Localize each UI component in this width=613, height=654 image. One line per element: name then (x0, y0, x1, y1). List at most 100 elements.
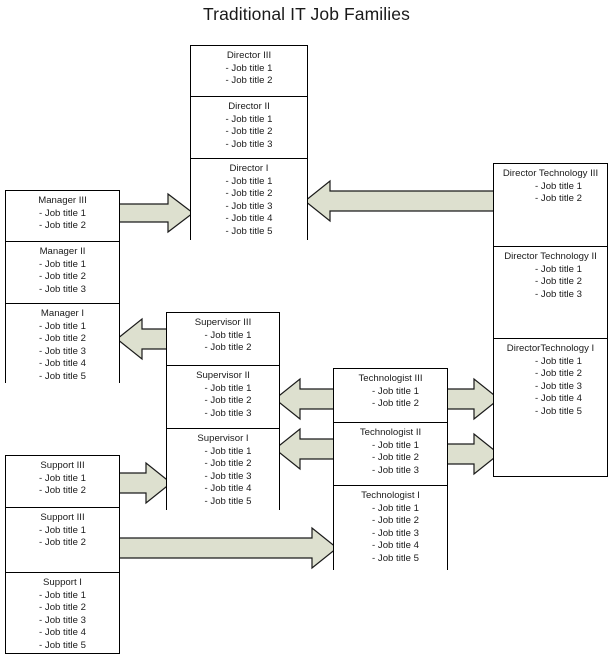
box-title: Director Technology III (502, 168, 599, 179)
connector-support3b-to-technologist1 (111, 526, 340, 570)
connector-supervisor3-to-manager1 (116, 317, 173, 361)
box-item: - Job title 3 (204, 407, 252, 419)
box-item: - Job title 3 (535, 380, 582, 392)
column-support: Support III - Job title 1 - Job title 2 … (5, 455, 120, 654)
box-item: - Job title 3 (372, 464, 419, 476)
box-title: Support I (43, 577, 82, 588)
box-item: - Job title 1 (372, 502, 419, 514)
box-item: - Job title 2 (39, 333, 86, 345)
box-item: - Job title 2 (535, 193, 582, 205)
box-item: - Job title 4 (39, 627, 86, 639)
column-director: Director III - Job title 1 - Job title 2… (190, 45, 308, 241)
box-director-iii[interactable]: Director III - Job title 1 - Job title 2 (191, 46, 307, 96)
box-support-iii[interactable]: Support III - Job title 1 - Job title 2 (6, 456, 119, 507)
box-item: - Job title 5 (372, 552, 419, 564)
box-item: - Job title 2 (39, 485, 86, 497)
box-item: - Job title 1 (39, 258, 86, 270)
box-item: - Job title 2 (39, 537, 86, 549)
box-manager-i[interactable]: Manager I - Job title 1 - Job title 2 - … (6, 303, 119, 384)
connector-technologist3-to-supervisor2 (274, 377, 339, 421)
box-item: - Job title 2 (372, 452, 419, 464)
box-manager-ii[interactable]: Manager II - Job title 1 - Job title 2 -… (6, 241, 119, 303)
column-director-technology: Director Technology III - Job title 1 - … (493, 163, 608, 477)
box-title: Director III (226, 50, 272, 61)
box-item: - Job title 5 (39, 639, 86, 651)
box-title: Technologist II (359, 427, 422, 438)
box-item: - Job title 1 (225, 113, 273, 125)
box-title: Supervisor III (194, 317, 252, 328)
column-technologist: Technologist III - Job title 1 - Job tit… (333, 368, 448, 571)
box-title: Manager III (38, 195, 87, 206)
box-item: - Job title 1 (535, 355, 582, 367)
box-item: - Job title 2 (535, 368, 582, 380)
box-item: - Job title 1 (225, 62, 273, 74)
box-item: - Job title 2 (225, 188, 273, 200)
box-director-i[interactable]: Director I - Job title 1 - Job title 2 -… (191, 158, 307, 241)
box-item: - Job title 2 (39, 602, 86, 614)
box-item: - Job title 1 (39, 472, 86, 484)
box-item: - Job title 3 (225, 200, 273, 212)
box-item: - Job title 2 (372, 398, 419, 410)
box-item: - Job title 5 (225, 225, 273, 237)
box-title: Supervisor I (197, 433, 249, 444)
box-item: - Job title 4 (535, 393, 582, 405)
box-item: - Job title 2 (204, 458, 252, 470)
box-item: - Job title 1 (39, 589, 86, 601)
box-item: - Job title 1 (39, 524, 86, 536)
box-item: - Job title 3 (535, 288, 582, 300)
box-item: - Job title 1 (372, 385, 419, 397)
box-item: - Job title 3 (39, 345, 86, 357)
box-title: Technologist III (358, 373, 423, 384)
box-title: Director II (228, 101, 270, 112)
box-title: Manager I (40, 308, 85, 319)
box-title: Director I (229, 163, 269, 174)
box-title: Support III (40, 460, 85, 471)
box-technologist-iii[interactable]: Technologist III - Job title 1 - Job tit… (334, 369, 447, 422)
box-director-technology-iii[interactable]: Director Technology III - Job title 1 - … (494, 164, 607, 246)
box-director-ii[interactable]: Director II - Job title 1 - Job title 2 … (191, 96, 307, 158)
box-title: Supervisor II (196, 370, 250, 381)
box-item: - Job title 2 (204, 342, 252, 354)
box-item: - Job title 3 (372, 527, 419, 539)
box-supervisor-i[interactable]: Supervisor I - Job title 1 - Job title 2… (167, 428, 279, 511)
connector-technologist2-to-dirtech1 (443, 432, 500, 476)
box-item: - Job title 1 (372, 439, 419, 451)
box-item: - Job title 1 (39, 207, 86, 219)
box-technologist-ii[interactable]: Technologist II - Job title 1 - Job titl… (334, 422, 447, 485)
box-supervisor-iii[interactable]: Supervisor III - Job title 1 - Job title… (167, 313, 279, 365)
box-item: - Job title 2 (372, 515, 419, 527)
box-item: - Job title 1 (39, 320, 86, 332)
box-item: - Job title 4 (225, 213, 273, 225)
box-item: - Job title 3 (39, 614, 86, 626)
box-title: Support III (40, 512, 85, 523)
box-item: - Job title 3 (225, 138, 273, 150)
connector-technologist2-to-supervisor1 (274, 427, 339, 471)
box-support-i[interactable]: Support I - Job title 1 - Job title 2 - … (6, 572, 119, 653)
box-title: DirectorTechnology I (506, 343, 595, 354)
box-item: - Job title 4 (204, 483, 252, 495)
box-item: - Job title 1 (225, 175, 273, 187)
box-director-technology-i[interactable]: DirectorTechnology I - Job title 1 - Job… (494, 338, 607, 476)
box-technologist-i[interactable]: Technologist I - Job title 1 - Job title… (334, 485, 447, 571)
box-director-technology-ii[interactable]: Director Technology II - Job title 1 - J… (494, 246, 607, 338)
box-item: - Job title 4 (372, 540, 419, 552)
box-item: - Job title 1 (535, 180, 582, 192)
column-supervisor: Supervisor III - Job title 1 - Job title… (166, 312, 280, 511)
box-support-iii-duplicate[interactable]: Support III - Job title 1 - Job title 2 (6, 507, 119, 572)
box-title: Manager II (39, 246, 86, 257)
page-title: Traditional IT Job Families (203, 4, 410, 24)
box-title: Director Technology II (504, 251, 597, 262)
box-item: - Job title 4 (39, 358, 86, 370)
box-manager-iii[interactable]: Manager III - Job title 1 - Job title 2 (6, 191, 119, 241)
connector-support3-to-supervisor1 (111, 461, 174, 505)
box-title: Technologist I (361, 490, 420, 501)
box-item: - Job title 3 (39, 283, 86, 295)
box-item: - Job title 5 (39, 370, 86, 382)
box-item: - Job title 2 (535, 276, 582, 288)
box-item: - Job title 2 (39, 220, 86, 232)
connector-technologist3-to-dirtech1 (443, 377, 500, 421)
box-item: - Job title 1 (535, 263, 582, 275)
box-item: - Job title 2 (225, 126, 273, 138)
box-supervisor-ii[interactable]: Supervisor II - Job title 1 - Job title … (167, 365, 279, 428)
box-item: - Job title 3 (204, 470, 252, 482)
